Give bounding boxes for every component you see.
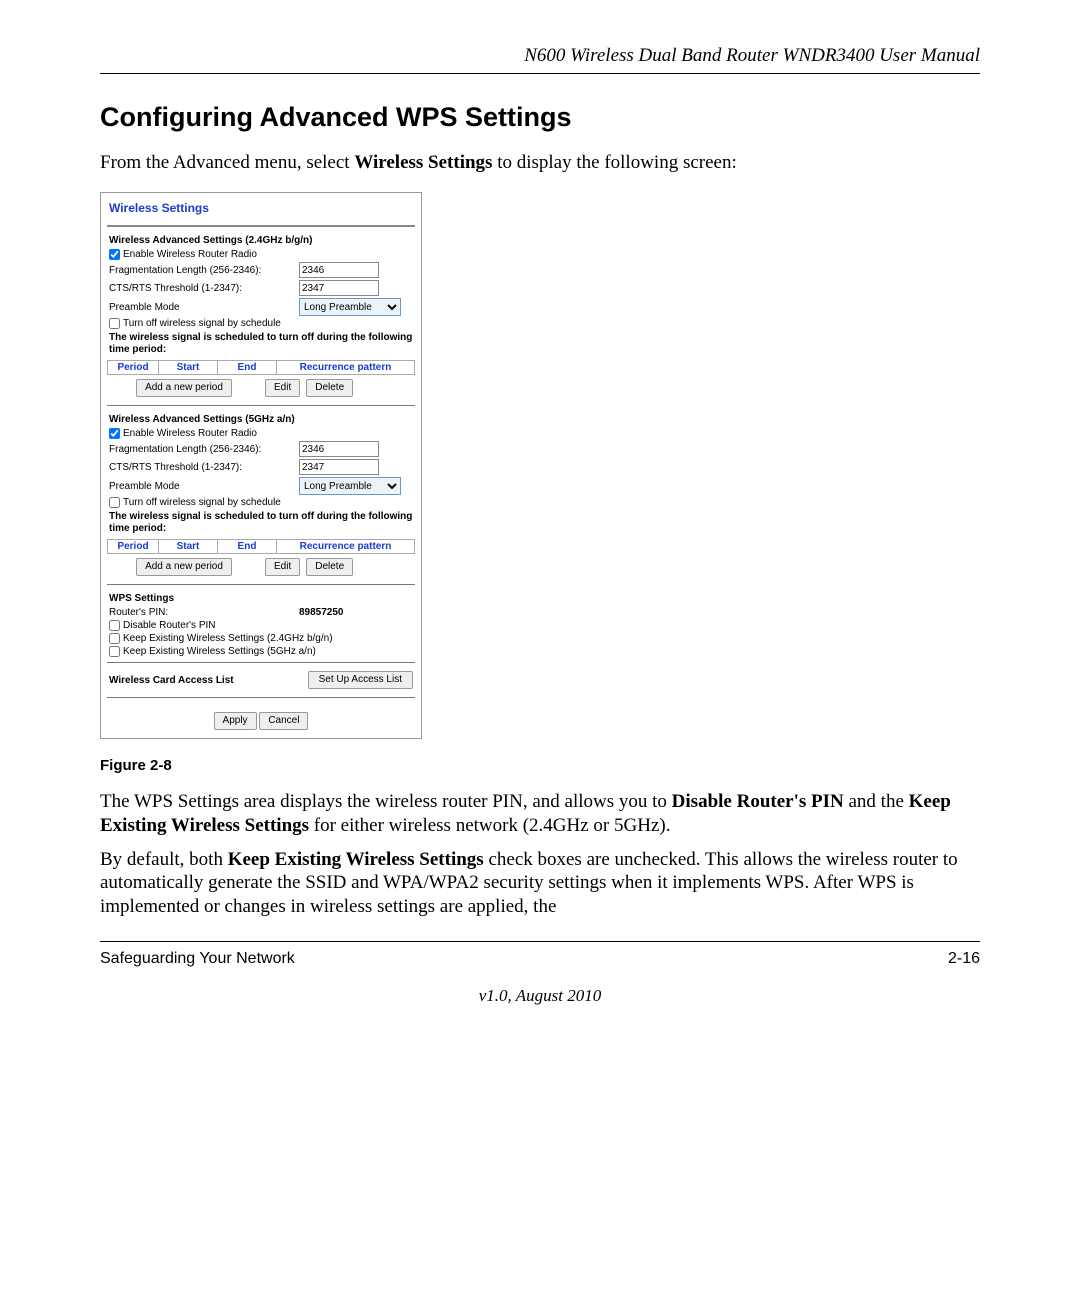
keep-5-label: Keep Existing Wireless Settings (5GHz a/…	[123, 646, 316, 657]
screenshot-panel: Wireless Settings Wireless Advanced Sett…	[100, 192, 422, 739]
turnoff-24-checkbox[interactable]	[109, 318, 120, 329]
keep-24-row: Keep Existing Wireless Settings (2.4GHz …	[107, 632, 415, 645]
paragraph-1: The WPS Settings area displays the wirel…	[100, 790, 980, 838]
schedule-header-row: Period Start End Recurrence pattern	[108, 361, 415, 375]
p1-c: and the	[844, 791, 909, 812]
version-line: v1.0, August 2010	[100, 986, 980, 1006]
footer-line: Safeguarding Your Network 2-16	[100, 950, 980, 968]
disable-pin-row: Disable Router's PIN	[107, 619, 415, 632]
col-end-5: End	[218, 540, 277, 554]
cancel-button[interactable]: Cancel	[259, 712, 308, 730]
preamble-24-label: Preamble Mode	[109, 302, 299, 313]
p1-b: Disable Router's PIN	[672, 791, 844, 812]
schedule-table-24: Period Start End Recurrence pattern	[107, 360, 415, 375]
enable-radio-24-label: Enable Wireless Router Radio	[123, 249, 257, 260]
keep-5-checkbox[interactable]	[109, 646, 120, 657]
pin-value: 89857250	[299, 607, 413, 618]
enable-radio-24-checkbox[interactable]	[109, 249, 120, 260]
cts-24-input[interactable]	[299, 280, 379, 296]
section-24ghz-title: Wireless Advanced Settings (2.4GHz b/g/n…	[107, 231, 415, 248]
divider	[107, 697, 415, 698]
divider	[107, 405, 415, 406]
cts-24-row: CTS/RTS Threshold (1-2347):	[107, 279, 415, 297]
intro-prefix: From the Advanced menu, select	[100, 152, 354, 173]
pin-label: Router's PIN:	[109, 607, 299, 618]
col-period: Period	[108, 361, 159, 375]
turnoff-24-label: Turn off wireless signal by schedule	[123, 318, 281, 329]
turnoff-5-checkbox[interactable]	[109, 497, 120, 508]
enable-radio-24-row: Enable Wireless Router Radio	[107, 248, 415, 261]
schedule-table-5: Period Start End Recurrence pattern	[107, 539, 415, 554]
intro-bold: Wireless Settings	[354, 152, 492, 173]
add-period-24-button[interactable]: Add a new period	[136, 379, 232, 397]
pin-row: Router's PIN: 89857250	[107, 606, 415, 619]
col-period-5: Period	[108, 540, 159, 554]
cts-24-label: CTS/RTS Threshold (1-2347):	[109, 283, 299, 294]
edit-period-24-button[interactable]: Edit	[265, 379, 300, 397]
frag-24-input[interactable]	[299, 262, 379, 278]
keep-5-row: Keep Existing Wireless Settings (5GHz a/…	[107, 645, 415, 658]
intro-suffix: to display the following screen:	[492, 152, 736, 173]
frag-24-row: Fragmentation Length (256-2346):	[107, 261, 415, 279]
schedule-note-5: The wireless signal is scheduled to turn…	[107, 509, 415, 537]
p1-e: for either wireless network (2.4GHz or 5…	[309, 815, 670, 836]
divider	[107, 662, 415, 663]
disable-pin-checkbox[interactable]	[109, 620, 120, 631]
preamble-24-row: Preamble Mode Long Preamble	[107, 297, 415, 317]
col-recur: Recurrence pattern	[277, 361, 415, 375]
divider	[107, 584, 415, 585]
access-label: Wireless Card Access List	[109, 675, 234, 686]
apply-button[interactable]: Apply	[214, 712, 257, 730]
doc-header: N600 Wireless Dual Band Router WNDR3400 …	[100, 45, 980, 67]
frag-24-label: Fragmentation Length (256-2346):	[109, 265, 299, 276]
keep-24-checkbox[interactable]	[109, 633, 120, 644]
edit-period-5-button[interactable]: Edit	[265, 558, 300, 576]
preamble-5-select[interactable]: Long Preamble	[299, 477, 401, 495]
schedule-header-row-5: Period Start End Recurrence pattern	[108, 540, 415, 554]
cts-5-label: CTS/RTS Threshold (1-2347):	[109, 462, 299, 473]
col-start: Start	[159, 361, 218, 375]
disable-pin-label: Disable Router's PIN	[123, 620, 216, 631]
preamble-24-select[interactable]: Long Preamble	[299, 298, 401, 316]
header-rule	[100, 73, 980, 74]
add-period-5-button[interactable]: Add a new period	[136, 558, 232, 576]
preamble-5-row: Preamble Mode Long Preamble	[107, 476, 415, 496]
enable-radio-5-row: Enable Wireless Router Radio	[107, 427, 415, 440]
footer-left: Safeguarding Your Network	[100, 950, 295, 968]
section-5ghz-title: Wireless Advanced Settings (5GHz a/n)	[107, 410, 415, 427]
p2-b: Keep Existing Wireless Settings	[228, 849, 484, 870]
p2-a: By default, both	[100, 849, 228, 870]
col-recur-5: Recurrence pattern	[277, 540, 415, 554]
cts-5-input[interactable]	[299, 459, 379, 475]
wps-title: WPS Settings	[107, 589, 415, 606]
schedule-note-24: The wireless signal is scheduled to turn…	[107, 330, 415, 358]
p1-a: The WPS Settings area displays the wirel…	[100, 791, 672, 812]
turnoff-5-row: Turn off wireless signal by schedule	[107, 496, 415, 509]
col-start-5: Start	[159, 540, 218, 554]
preamble-5-label: Preamble Mode	[109, 481, 299, 492]
col-end: End	[218, 361, 277, 375]
delete-period-5-button[interactable]: Delete	[306, 558, 353, 576]
figure-caption: Figure 2-8	[100, 757, 980, 774]
cts-5-row: CTS/RTS Threshold (1-2347):	[107, 458, 415, 476]
frag-5-input[interactable]	[299, 441, 379, 457]
paragraph-2: By default, both Keep Existing Wireless …	[100, 848, 980, 919]
frag-5-row: Fragmentation Length (256-2346):	[107, 440, 415, 458]
access-row: Wireless Card Access List Set Up Access …	[107, 667, 415, 693]
footer-right: 2-16	[948, 950, 980, 968]
turnoff-24-row: Turn off wireless signal by schedule	[107, 317, 415, 330]
intro-paragraph: From the Advanced menu, select Wireless …	[100, 152, 980, 174]
section-heading: Configuring Advanced WPS Settings	[100, 102, 980, 133]
enable-radio-5-checkbox[interactable]	[109, 428, 120, 439]
panel-title: Wireless Settings	[107, 199, 415, 227]
delete-period-24-button[interactable]: Delete	[306, 379, 353, 397]
keep-24-label: Keep Existing Wireless Settings (2.4GHz …	[123, 633, 333, 644]
enable-radio-5-label: Enable Wireless Router Radio	[123, 428, 257, 439]
setup-access-button[interactable]: Set Up Access List	[308, 671, 413, 689]
turnoff-5-label: Turn off wireless signal by schedule	[123, 497, 281, 508]
frag-5-label: Fragmentation Length (256-2346):	[109, 444, 299, 455]
footer-rule: Safeguarding Your Network 2-16	[100, 941, 980, 968]
